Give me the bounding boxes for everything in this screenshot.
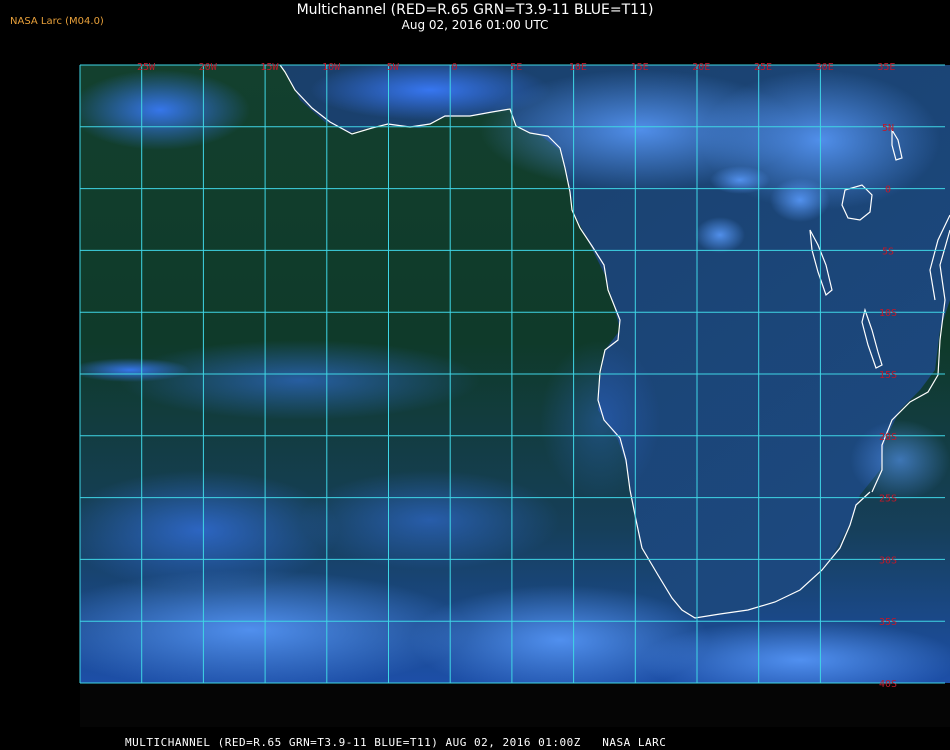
cloud-mass — [120, 340, 480, 420]
footer-caption: MULTICHANNEL (RED=R.65 GRN=T3.9-11 BLUE=… — [125, 736, 667, 749]
cloud-mass — [80, 570, 470, 683]
latitude-label: 0 — [885, 185, 891, 196]
longitude-label: 35E — [877, 62, 895, 73]
longitude-label: 5W — [387, 62, 400, 73]
longitude-label: 10W — [322, 62, 341, 73]
latitude-label: 10S — [879, 308, 897, 319]
latitude-label: 5S — [882, 246, 894, 257]
cloud-mass — [80, 70, 250, 150]
latitude-label: 30S — [879, 555, 897, 566]
latitude-label: 15S — [879, 370, 897, 381]
longitude-label: 25W — [137, 62, 156, 73]
cloud-mass — [695, 217, 745, 253]
longitude-label: 15E — [631, 62, 649, 73]
satellite-map: 25W 20W 15W 10W 5W 0 5E 10E 15E 20E 25E 30E 35E 5N 0 5S… — [79, 62, 950, 727]
latitude-label: 25S — [879, 494, 897, 505]
cloud-mass — [850, 420, 950, 500]
longitude-label: 25E — [754, 62, 772, 73]
cloud-mass — [540, 340, 660, 500]
cloud-mass — [770, 178, 830, 222]
longitude-label: 20W — [199, 62, 218, 73]
longitude-label: 10E — [569, 62, 587, 73]
latitude-label: 35S — [879, 617, 897, 628]
latitude-label: 20S — [879, 432, 897, 443]
latitude-label: 5N — [882, 123, 894, 134]
longitude-label: 20E — [692, 62, 710, 73]
longitude-label: 30E — [816, 62, 834, 73]
cloud-mass — [710, 166, 770, 194]
longitude-label: 15W — [260, 62, 279, 73]
longitude-label: 5E — [510, 62, 522, 73]
cloud-mass — [300, 470, 560, 570]
longitude-label: 0 — [451, 62, 457, 73]
latitude-label: 40S — [879, 679, 897, 690]
